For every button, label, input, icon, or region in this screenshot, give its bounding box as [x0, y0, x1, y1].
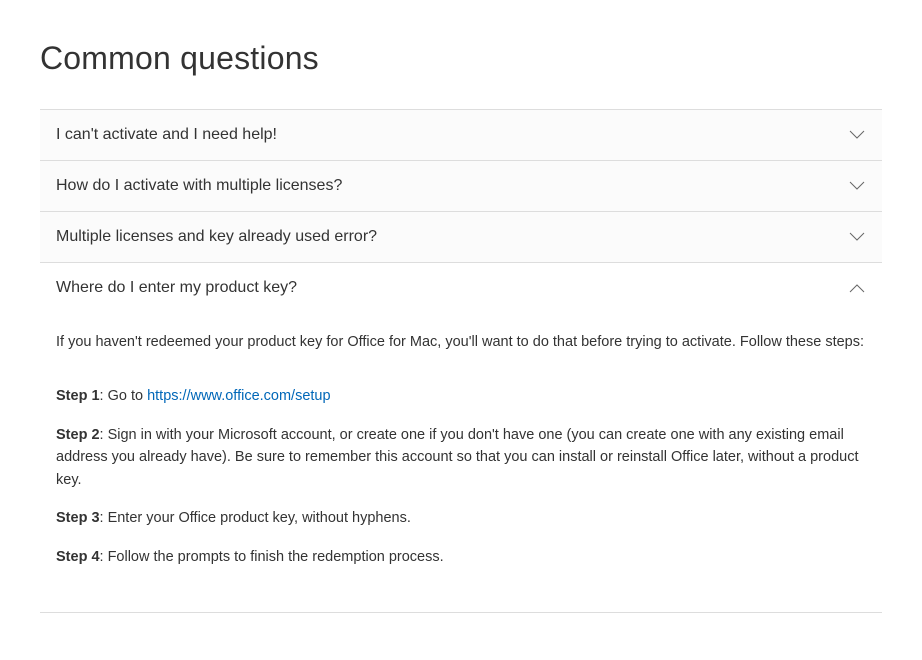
step-1: Step 1: Go to https://www.office.com/set…	[56, 385, 866, 407]
accordion-header-cant-activate[interactable]: I can't activate and I need help!	[40, 110, 882, 160]
step-4: Step 4: Follow the prompts to finish the…	[56, 546, 866, 568]
chevron-down-icon	[848, 228, 866, 246]
page-title: Common questions	[40, 40, 882, 77]
accordion-item-cant-activate: I can't activate and I need help!	[40, 110, 882, 161]
accordion-title: I can't activate and I need help!	[56, 126, 277, 144]
accordion-header-multiple-licenses[interactable]: How do I activate with multiple licenses…	[40, 161, 882, 211]
chevron-down-icon	[848, 177, 866, 195]
intro-text: If you haven't redeemed your product key…	[56, 331, 866, 353]
step-text: : Sign in with your Microsoft account, o…	[56, 427, 858, 488]
accordion-content-product-key: If you haven't redeemed your product key…	[40, 313, 882, 612]
step-prefix: : Go to	[100, 388, 148, 404]
accordion-header-product-key[interactable]: Where do I enter my product key?	[40, 263, 882, 313]
accordion-title: How do I activate with multiple licenses…	[56, 177, 342, 195]
step-label: Step 3	[56, 510, 100, 526]
accordion-title: Multiple licenses and key already used e…	[56, 228, 377, 246]
accordion-title: Where do I enter my product key?	[56, 279, 297, 297]
step-2: Step 2: Sign in with your Microsoft acco…	[56, 424, 866, 491]
chevron-up-icon	[848, 279, 866, 297]
step-label: Step 1	[56, 388, 100, 404]
accordion-item-product-key: Where do I enter my product key? If you …	[40, 263, 882, 613]
step-text: : Enter your Office product key, without…	[100, 510, 411, 526]
accordion-item-multiple-licenses: How do I activate with multiple licenses…	[40, 161, 882, 212]
step-label: Step 4	[56, 549, 100, 565]
step-3: Step 3: Enter your Office product key, w…	[56, 507, 866, 529]
faq-accordion: I can't activate and I need help! How do…	[40, 109, 882, 613]
step-text: : Follow the prompts to finish the redem…	[100, 549, 444, 565]
step-label: Step 2	[56, 427, 100, 443]
accordion-item-key-used: Multiple licenses and key already used e…	[40, 212, 882, 263]
setup-link[interactable]: https://www.office.com/setup	[147, 388, 330, 404]
accordion-header-key-used[interactable]: Multiple licenses and key already used e…	[40, 212, 882, 262]
chevron-down-icon	[848, 126, 866, 144]
